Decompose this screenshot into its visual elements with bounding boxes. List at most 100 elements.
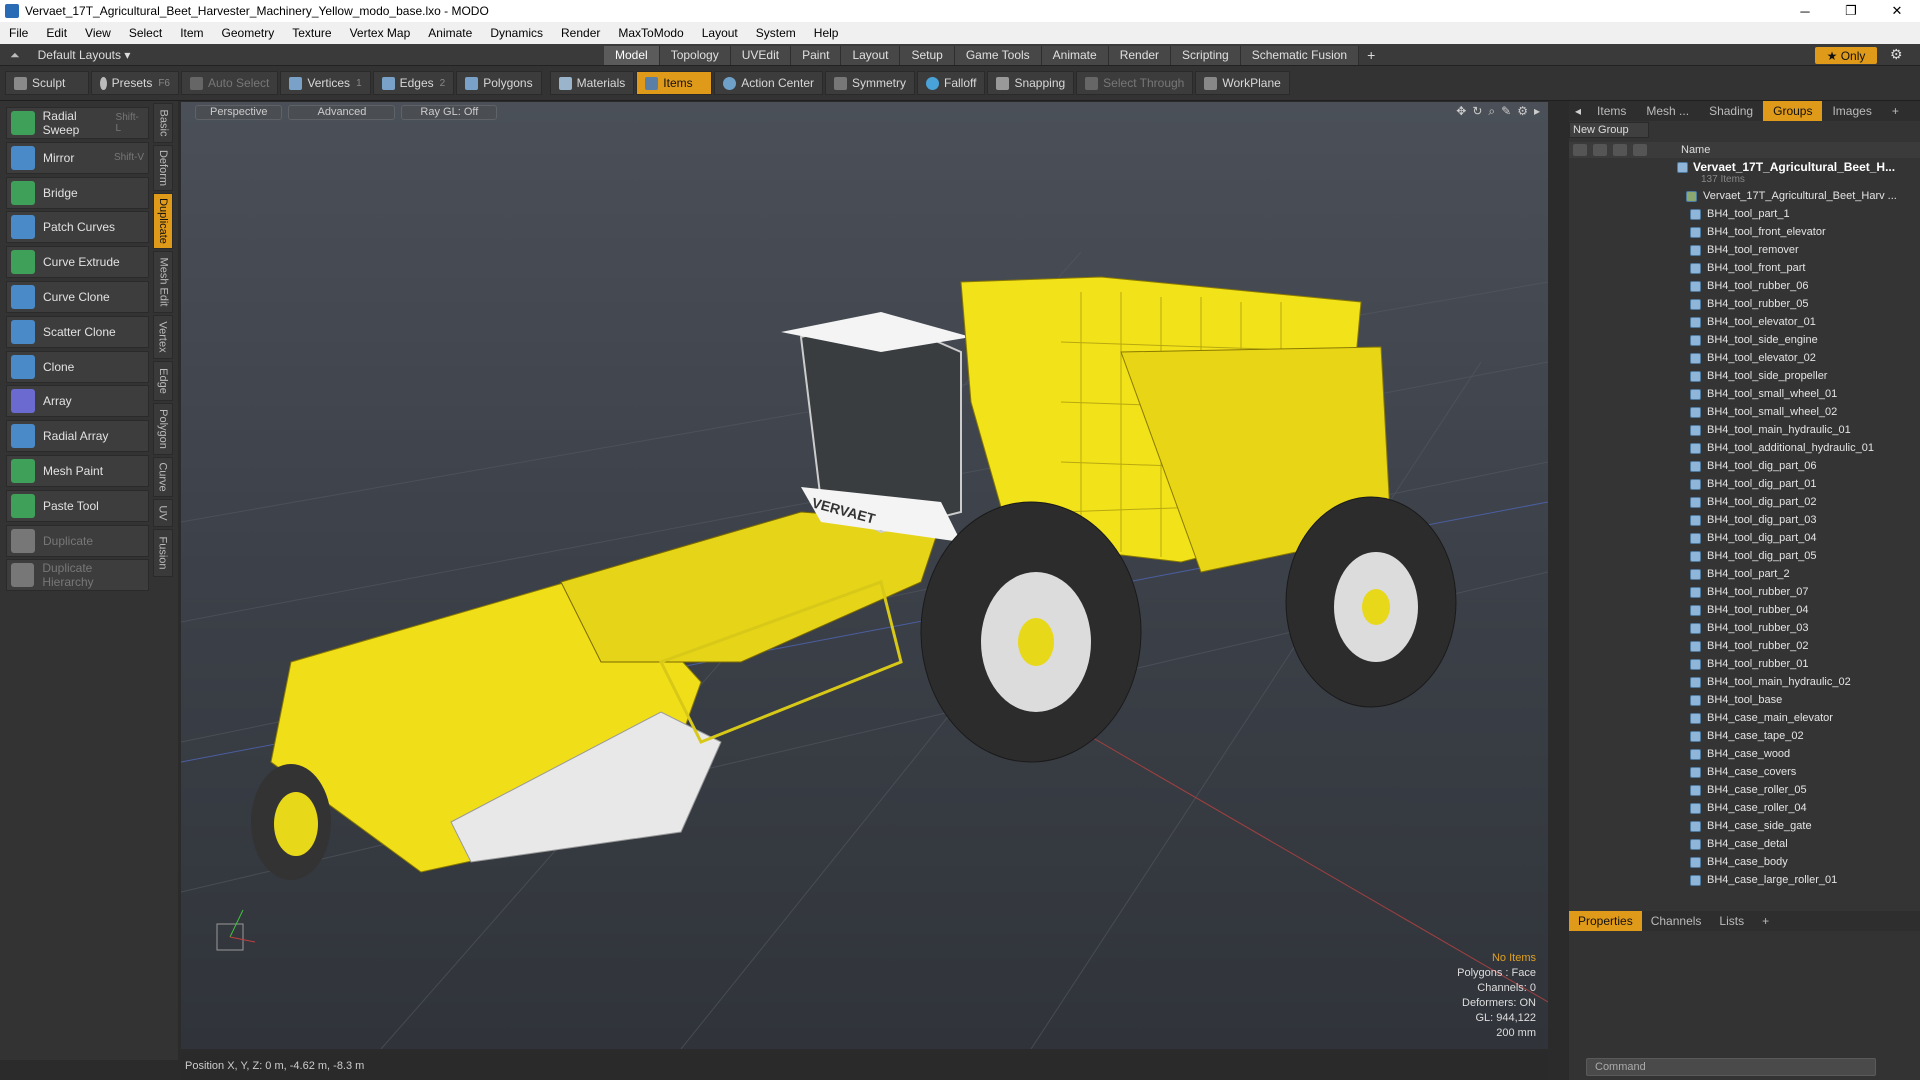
tool-clone[interactable]: Clone [6,350,149,383]
list-item[interactable]: BH4_tool_rubber_04 [1569,602,1920,620]
tab-topology[interactable]: Topology [659,46,731,65]
items-button[interactable]: Items [636,71,713,95]
menu-item-select[interactable]: Select [120,26,171,40]
list-item[interactable]: BH4_tool_dig_part_05 [1569,548,1920,566]
move-view-icon[interactable]: ✥ [1456,104,1466,119]
list-item[interactable]: BH4_tool_main_hydraulic_01 [1569,422,1920,440]
tab-setup[interactable]: Setup [900,46,955,65]
select-through-button[interactable]: Select Through [1076,71,1194,95]
lock-icon[interactable] [1613,144,1627,156]
list-item[interactable]: BH4_tool_part_2 [1569,566,1920,584]
advanced-dropdown[interactable]: Advanced [288,104,396,120]
list-item[interactable]: BH4_tool_rubber_02 [1569,638,1920,656]
list-item[interactable]: BH4_tool_dig_part_01 [1569,476,1920,494]
minimize-button[interactable]: ─ [1782,0,1828,22]
side-tab-mesh-edit[interactable]: Mesh Edit [153,251,173,313]
right-tab-images[interactable]: Images [1822,101,1881,121]
tab-game-tools[interactable]: Game Tools [954,46,1042,65]
menu-item-texture[interactable]: Texture [283,26,340,40]
snapping-button[interactable]: Snapping [987,71,1075,95]
side-tab-vertex[interactable]: Vertex [153,315,173,359]
list-item[interactable]: BH4_case_detal [1569,836,1920,854]
menu-item-system[interactable]: System [747,26,805,40]
list-item[interactable]: BH4_tool_front_part [1569,260,1920,278]
expand-icon[interactable]: ▸ [1534,104,1540,119]
menu-item-edit[interactable]: Edit [37,26,76,40]
list-item[interactable]: BH4_tool_rubber_01 [1569,656,1920,674]
perspective-dropdown[interactable]: Perspective [195,104,283,120]
list-item[interactable]: BH4_tool_front_elevator [1569,224,1920,242]
maximize-button[interactable]: ❐ [1828,0,1874,22]
sculpt-button[interactable]: Sculpt [5,71,89,95]
polygons-button[interactable]: Polygons [456,71,542,95]
list-item[interactable]: BH4_tool_elevator_01 [1569,314,1920,332]
3d-viewport[interactable]: VERVAET Perspective Advanced Ray GL: Off… [181,102,1548,1049]
list-item[interactable]: BH4_case_main_elevator [1569,710,1920,728]
list-item[interactable]: BH4_tool_elevator_02 [1569,350,1920,368]
presets-button[interactable]: Presets F6 [91,71,179,95]
list-item[interactable]: BH4_case_body [1569,854,1920,872]
action-center-button[interactable]: Action Center [714,71,823,95]
list-item[interactable]: BH4_case_covers [1569,764,1920,782]
side-tab-deform[interactable]: Deform [153,145,173,191]
side-tab-fusion[interactable]: Fusion [153,529,173,577]
menu-item-file[interactable]: File [0,26,37,40]
tool-mesh-paint[interactable]: Mesh Paint [6,455,149,487]
viewport-settings-icon[interactable]: ⚙ [1517,104,1528,119]
list-item[interactable]: BH4_tool_rubber_06 [1569,278,1920,296]
workplane-button[interactable]: WorkPlane [1195,71,1290,95]
list-item[interactable]: BH4_case_wood [1569,746,1920,764]
tab-scripting[interactable]: Scripting [1171,46,1241,65]
list-item[interactable]: BH4_tool_small_wheel_01 [1569,386,1920,404]
list-item[interactable]: BH4_case_side_gate [1569,818,1920,836]
bottom-tab-lists[interactable]: Lists [1710,911,1753,931]
auto-select-button[interactable]: Auto Select [181,71,279,95]
right-tab-items[interactable]: Items [1587,101,1636,121]
tab-schematic-fusion[interactable]: Schematic Fusion [1240,46,1360,65]
list-item[interactable]: BH4_tool_dig_part_03 [1569,512,1920,530]
tab-paint[interactable]: Paint [791,46,842,65]
list-item[interactable]: BH4_tool_rubber_03 [1569,620,1920,638]
list-item[interactable]: BH4_tool_side_engine [1569,332,1920,350]
list-item[interactable]: BH4_case_large_roller_01 [1569,872,1920,890]
menu-item-dynamics[interactable]: Dynamics [481,26,552,40]
render-icon[interactable] [1593,144,1607,156]
select-icon[interactable] [1633,144,1647,156]
layout-switch-icon[interactable]: ⏶ [10,48,20,63]
list-item[interactable]: BH4_tool_rubber_05 [1569,296,1920,314]
name-column-header[interactable]: Name [1681,144,1710,156]
list-item[interactable]: BH4_tool_part_1 [1569,206,1920,224]
tab-model[interactable]: Model [604,46,660,65]
tool-duplicate-hierarchy[interactable]: Duplicate Hierarchy [6,559,149,592]
tab-layout[interactable]: Layout [841,46,901,65]
tool-radial-sweep[interactable]: Radial Sweep Shift-L [6,107,149,139]
menu-item-layout[interactable]: Layout [693,26,747,40]
tab-uvedit[interactable]: UVEdit [730,46,792,65]
eye-icon[interactable] [1573,144,1587,156]
tool-bridge[interactable]: Bridge [6,176,149,209]
falloff-button[interactable]: Falloff [916,71,986,95]
list-item[interactable]: BH4_tool_dig_part_04 [1569,530,1920,548]
list-item[interactable]: BH4_case_roller_05 [1569,782,1920,800]
tool-duplicate[interactable]: Duplicate [6,524,149,557]
list-item[interactable]: BH4_tool_additional_hydraulic_01 [1569,440,1920,458]
rotate-view-icon[interactable]: ↻ [1472,104,1482,119]
list-item[interactable]: BH4_tool_small_wheel_02 [1569,404,1920,422]
list-item[interactable]: BH4_tool_side_propeller [1569,368,1920,386]
gear-icon[interactable]: ⚙ [1890,46,1903,63]
edges-button[interactable]: Edges 2 [372,71,455,95]
raygl-dropdown[interactable]: Ray GL: Off [401,104,498,120]
menu-item-render[interactable]: Render [552,26,609,40]
close-button[interactable]: ✕ [1874,0,1920,22]
tab-render[interactable]: Render [1108,46,1172,65]
menu-item-maxtomodo[interactable]: MaxToModo [609,26,692,40]
list-item[interactable]: BH4_case_roller_04 [1569,800,1920,818]
tool-curve-clone[interactable]: Curve Clone [6,281,149,313]
materials-button[interactable]: Materials [549,71,635,95]
tool-mirror[interactable]: Mirror Shift-V [6,141,149,174]
side-tab-basic[interactable]: Basic [153,103,173,143]
list-item[interactable]: BH4_tool_dig_part_06 [1569,458,1920,476]
panel-menu-icon[interactable]: ◂ [1569,104,1587,118]
menu-item-view[interactable]: View [76,26,120,40]
side-tab-curve[interactable]: Curve [153,457,173,497]
